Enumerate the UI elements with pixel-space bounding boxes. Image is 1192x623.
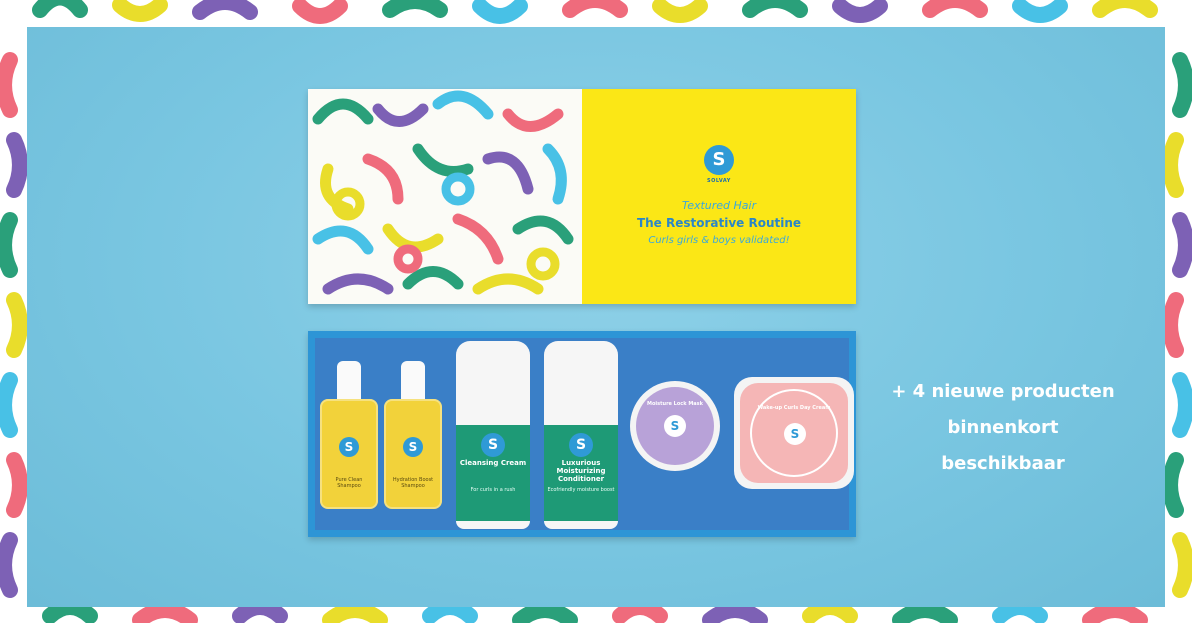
product-tray: S Pure Clean Shampoo S Hydration Boost S… — [308, 331, 856, 537]
product-name: Pure Clean Shampoo — [335, 477, 363, 489]
tube-body: S Cleansing Cream For curls in a rush — [456, 341, 530, 529]
jar-lid-ring: S Wake-up Curls Day Cream — [750, 389, 838, 477]
product-name: Cleansing Cream — [459, 459, 527, 467]
brand-logo-icon: S — [569, 433, 593, 457]
product-detail: Ecofriendly moisture boost — [547, 487, 615, 493]
brand-logo-icon: S — [784, 423, 806, 445]
promo-line-3: beschikbaar — [941, 453, 1065, 474]
bottle-cap — [401, 361, 425, 401]
shampoo-bottle-1: S Pure Clean Shampoo — [320, 361, 378, 509]
promo-line-1: + 4 nieuwe producten — [891, 381, 1115, 402]
tube-label: S Cleansing Cream For curls in a rush — [456, 425, 530, 521]
product-detail: For curls in a rush — [470, 487, 516, 493]
brand-name: SOLVAY — [707, 178, 731, 184]
mask-jar: S Moisture Lock Mask — [630, 381, 720, 471]
lid-title: The Restorative Routine — [636, 216, 802, 230]
bottle-body: S Pure Clean Shampoo — [320, 399, 378, 509]
jar-lid: S Moisture Lock Mask — [636, 387, 714, 465]
brand-logo-icon: S — [481, 433, 505, 457]
lid-label-panel: S SOLVAY Textured Hair The Restorative R… — [582, 89, 856, 304]
lid-pattern-art — [308, 89, 582, 304]
lid-subtitle: Textured Hair — [681, 199, 757, 212]
bottle-body: S Hydration Boost Shampoo — [384, 399, 442, 509]
day-cream-jar: S Wake-up Curls Day Cream — [734, 377, 854, 489]
lid-tagline: Curls girls & boys validated! — [648, 235, 790, 246]
brand-logo-icon: S — [704, 145, 734, 175]
jar-lid: S Wake-up Curls Day Cream — [740, 383, 848, 483]
shampoo-bottle-2: S Hydration Boost Shampoo — [384, 361, 442, 509]
conditioner-tube: S Luxurious Moisturizing Conditioner Eco… — [544, 341, 618, 529]
bottle-cap — [337, 361, 361, 401]
brand-logo-icon: S — [664, 415, 686, 437]
tube-label: S Luxurious Moisturizing Conditioner Eco… — [544, 425, 618, 521]
brand-logo-icon: S — [403, 437, 423, 457]
box-lid: S SOLVAY Textured Hair The Restorative R… — [308, 89, 856, 304]
product-name: Hydration Boost Shampoo — [392, 477, 434, 489]
brand-logo-icon: S — [339, 437, 359, 457]
promo-text: + 4 nieuwe producten binnenkort beschikb… — [870, 374, 1136, 482]
cleansing-cream-tube: S Cleansing Cream For curls in a rush — [456, 341, 530, 529]
tube-body: S Luxurious Moisturizing Conditioner Eco… — [544, 341, 618, 529]
promo-line-2: binnenkort — [947, 417, 1059, 438]
product-name: Moisture Lock Mask — [647, 401, 703, 407]
product-name: Wake-up Curls Day Cream — [757, 405, 831, 411]
product-name: Luxurious Moisturizing Conditioner — [556, 459, 606, 483]
